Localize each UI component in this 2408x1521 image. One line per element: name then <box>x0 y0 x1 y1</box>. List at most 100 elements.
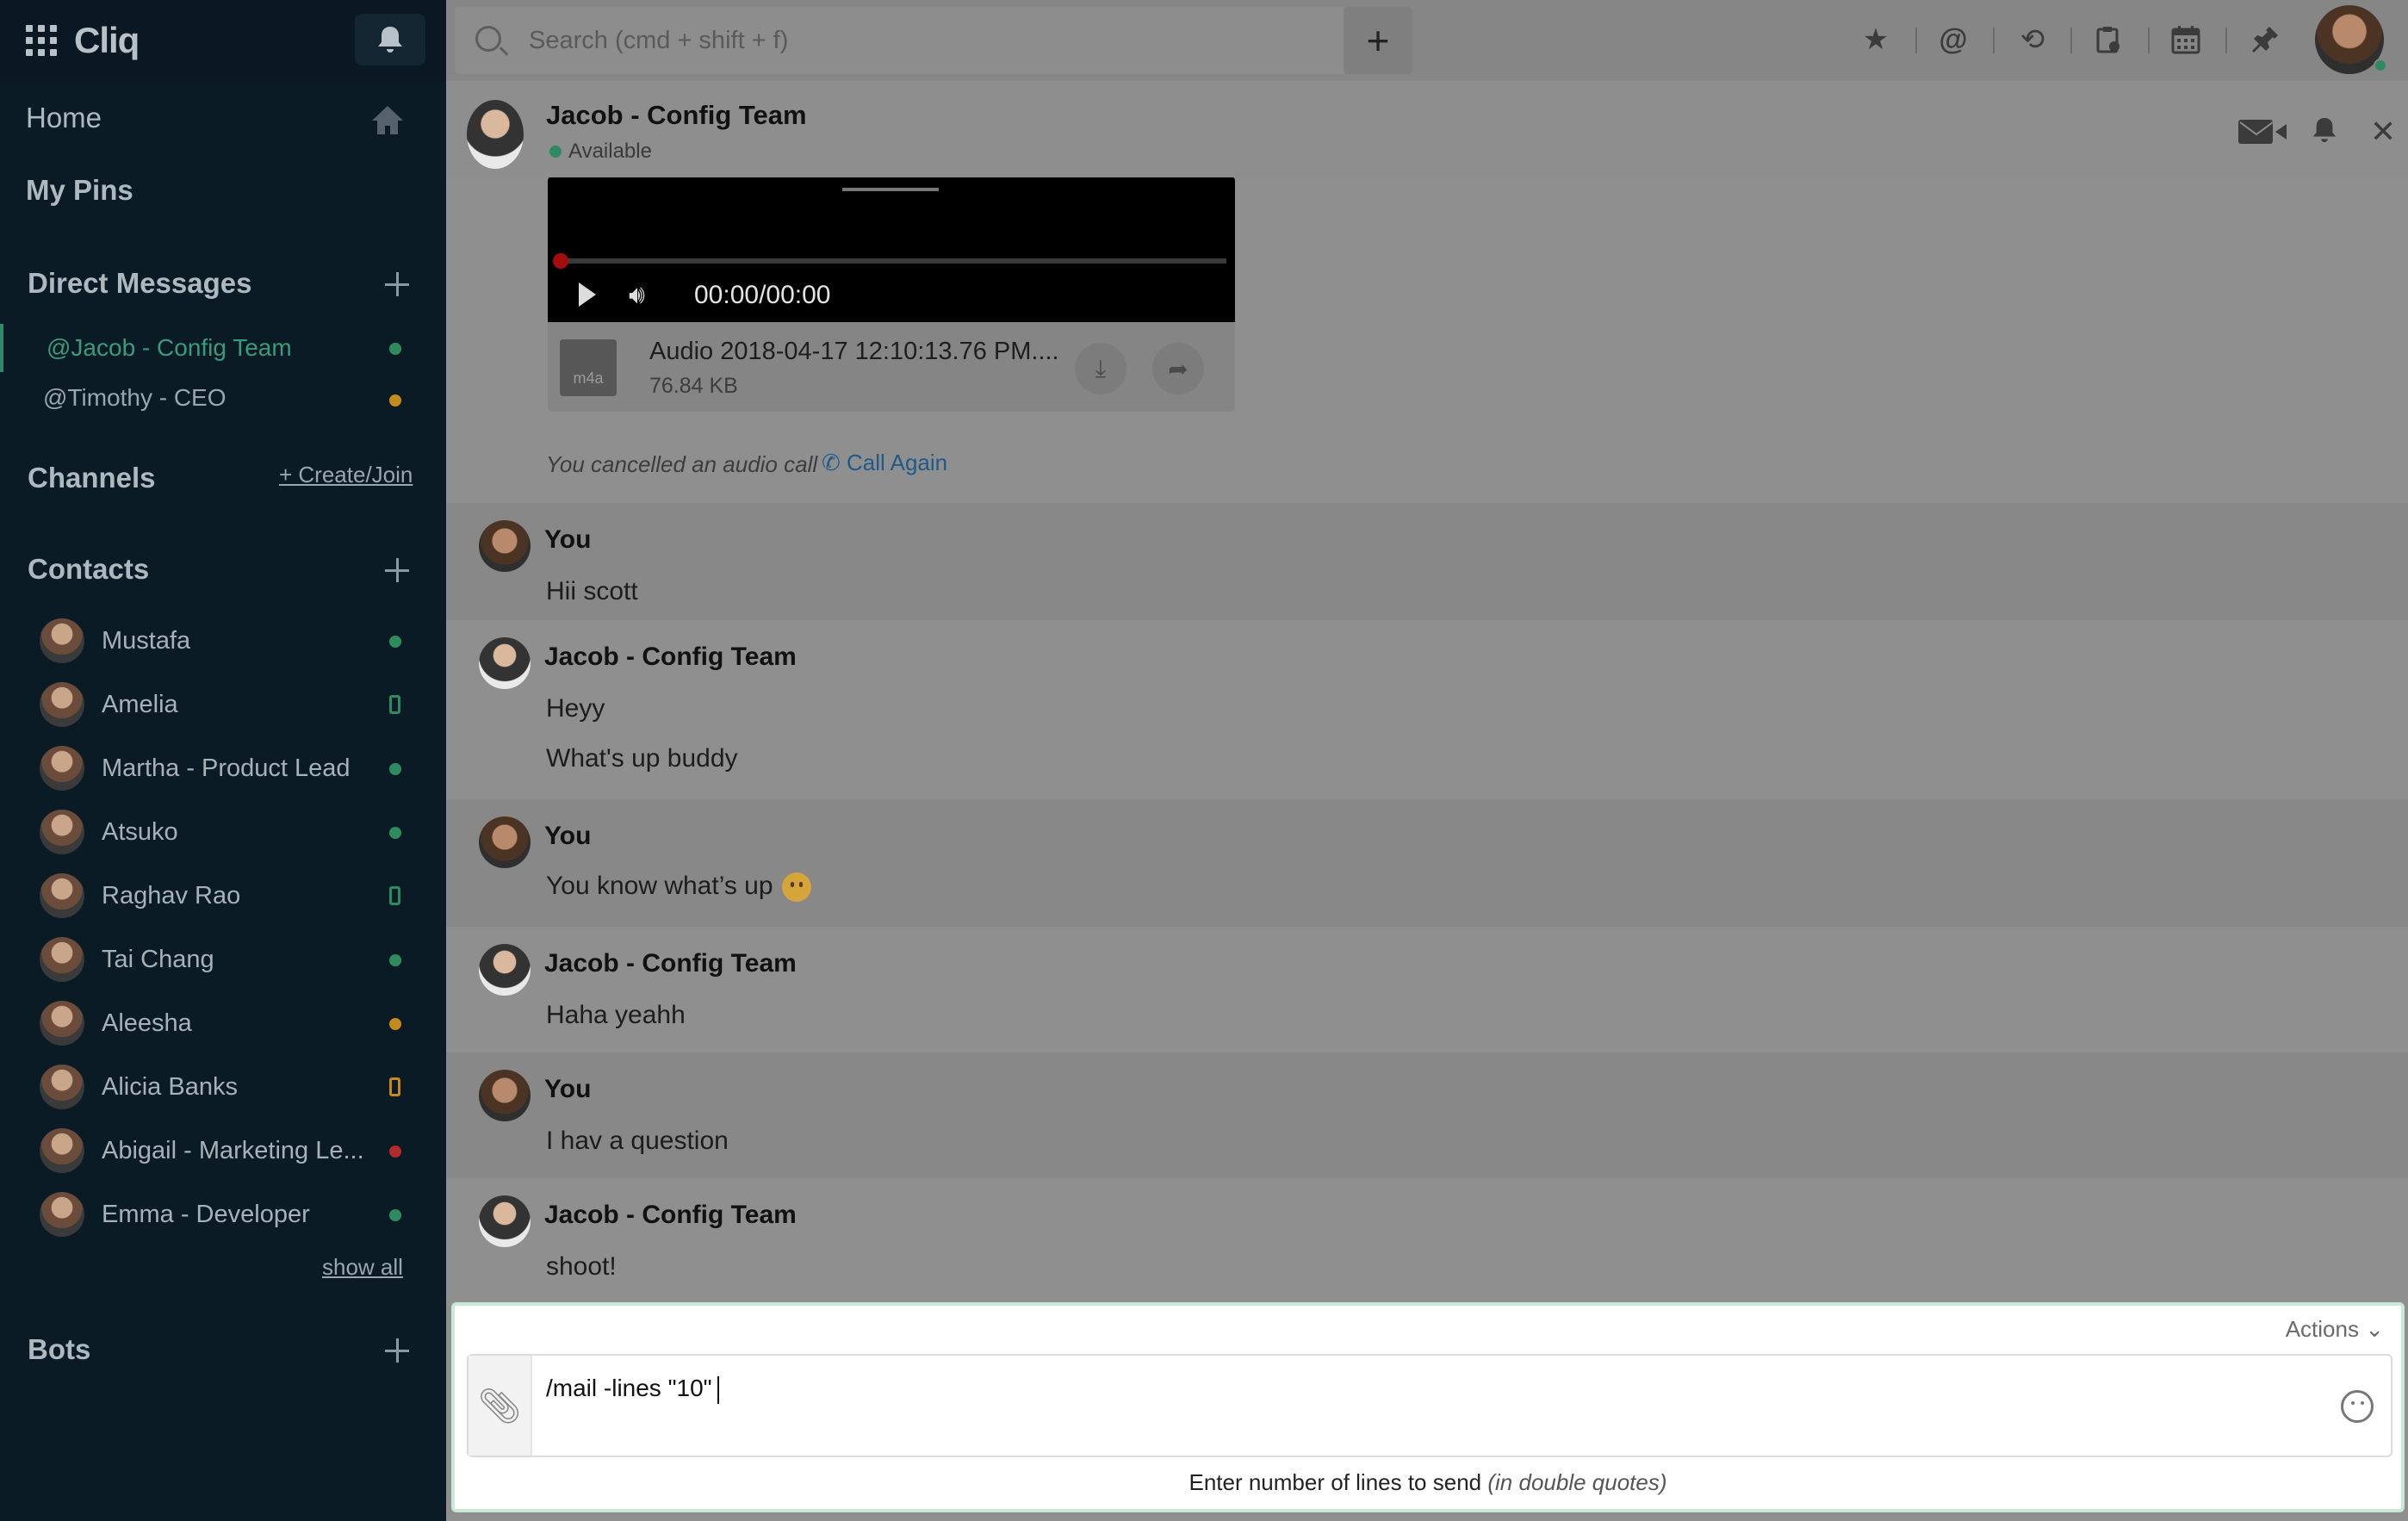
audio-card: 🔊︎ 00:00/00:00 m4a Audio 2018-04-17 12:1… <box>548 177 1235 412</box>
chat-header: Jacob - Config Team Available ✕ <box>446 81 2408 177</box>
contact-amelia[interactable]: Amelia <box>40 679 436 730</box>
contact-aleesha[interactable]: Aleesha <box>40 997 436 1049</box>
direct-messages-heading: Direct Messages <box>28 267 252 299</box>
sidebar-home[interactable]: Home <box>26 102 102 134</box>
video-svg <box>2238 120 2287 144</box>
avatar[interactable] <box>479 1195 531 1247</box>
status-dot <box>389 954 401 966</box>
phone-icon: ✆ <box>822 450 841 475</box>
divider <box>1915 28 1917 53</box>
message-text: I hav a question <box>546 1127 729 1155</box>
avatar <box>40 937 84 982</box>
contact-atsuko[interactable]: Atsuko <box>40 806 436 858</box>
chevron-down-icon: ⌄ <box>2365 1316 2384 1342</box>
plugin-icon[interactable] <box>2248 22 2282 57</box>
avatar[interactable] <box>479 1070 531 1121</box>
audio-progress-handle[interactable] <box>553 253 568 269</box>
clipboard-svg <box>2096 27 2119 53</box>
mobile-status-icon <box>389 886 400 905</box>
add-contact-icon[interactable] <box>382 556 412 585</box>
message-list[interactable]: 🔊︎ 00:00/00:00 m4a Audio 2018-04-17 12:1… <box>446 177 2408 1302</box>
calendar-icon[interactable] <box>2169 22 2203 57</box>
status-dot <box>389 1145 401 1158</box>
dm-status-dot <box>389 343 401 355</box>
contact-abigail[interactable]: Abigail - Marketing Le... <box>40 1125 436 1176</box>
contact-mustafa[interactable]: Mustafa <box>40 615 436 667</box>
mute-bell-icon[interactable] <box>2312 115 2337 152</box>
avatar[interactable] <box>479 637 531 689</box>
contact-raghav[interactable]: Raghav Rao <box>40 870 436 922</box>
show-all-contacts-link[interactable]: show all <box>322 1254 403 1281</box>
sidebar-my-pins[interactable]: My Pins <box>26 174 133 207</box>
chat-title[interactable]: Jacob - Config Team <box>546 100 807 131</box>
avatar <box>40 1192 84 1237</box>
new-chat-button[interactable]: + <box>1344 7 1412 74</box>
text-caret <box>717 1375 719 1404</box>
avatar[interactable] <box>479 944 531 996</box>
divider <box>2070 28 2072 53</box>
close-icon[interactable]: ✕ <box>2370 114 2396 150</box>
attachment-button[interactable]: 📎︎ <box>469 1356 532 1456</box>
avatar <box>40 810 84 854</box>
contact-martha[interactable]: Martha - Product Lead <box>40 742 436 794</box>
message-sender[interactable]: Jacob - Config Team <box>544 1201 797 1230</box>
history-icon[interactable]: ⟲ <box>2015 22 2050 57</box>
file-info: m4a Audio 2018-04-17 12:10:13.76 PM.... … <box>548 322 1235 412</box>
bots-heading: Bots <box>28 1333 91 1365</box>
audio-progress-track[interactable] <box>556 258 1226 264</box>
status-dot <box>389 827 401 839</box>
audio-player[interactable]: 🔊︎ 00:00/00:00 <box>548 177 1235 322</box>
notifications-bell-button[interactable] <box>355 14 425 65</box>
emoji-picker-icon[interactable] <box>2341 1390 2374 1423</box>
avatar <box>40 1128 84 1173</box>
message-sender[interactable]: You <box>544 822 591 851</box>
call-again-link[interactable]: ✆ Call Again <box>822 450 947 476</box>
mention-icon[interactable]: @ <box>1936 22 1970 57</box>
avatar[interactable] <box>479 816 531 868</box>
search-box[interactable] <box>455 7 1347 74</box>
dm-item-jacob[interactable]: @Jacob - Config Team <box>0 324 446 372</box>
clipboard-icon[interactable] <box>2091 22 2126 57</box>
message-sender[interactable]: You <box>544 525 591 555</box>
contact-alicia-banks[interactable]: Alicia Banks <box>40 1061 436 1113</box>
contacts-heading: Contacts <box>28 553 150 585</box>
star-icon[interactable]: ★ <box>1859 22 1893 57</box>
composer-input-wrap: 📎︎ /mail -lines "10" <box>467 1354 2392 1457</box>
my-status-dot <box>2374 59 2387 72</box>
file-m4a-icon: m4a <box>560 339 617 396</box>
file-name[interactable]: Audio 2018-04-17 12:10:13.76 PM.... <box>649 338 1059 366</box>
message-sender[interactable]: Jacob - Config Team <box>544 643 797 672</box>
status-dot <box>389 763 401 775</box>
search-input[interactable] <box>529 22 1304 59</box>
app-grid-icon[interactable] <box>26 25 57 56</box>
command-hint: Enter number of lines to send (in double… <box>1188 1469 1667 1495</box>
share-icon[interactable]: ➦ <box>1152 343 1204 394</box>
contact-emma[interactable]: Emma - Developer <box>40 1189 436 1240</box>
message-text: Heyy <box>546 694 605 723</box>
message-sender[interactable]: Jacob - Config Team <box>544 949 797 978</box>
home-icon[interactable] <box>370 103 405 138</box>
download-icon[interactable]: ⤓ <box>1075 343 1126 394</box>
message-group: You I hav a question <box>446 1052 2408 1178</box>
calendar-svg <box>2171 26 2200 54</box>
video-call-icon[interactable] <box>2237 119 2287 152</box>
file-size: 76.84 KB <box>649 374 738 398</box>
channels-heading: Channels <box>28 462 156 494</box>
chat-avatar[interactable] <box>467 100 524 169</box>
actions-dropdown[interactable]: Actions ⌄ <box>2286 1316 2384 1343</box>
play-icon[interactable] <box>579 282 596 307</box>
message-input[interactable]: /mail -lines "10" <box>546 1375 719 1404</box>
plug-svg <box>2252 27 2278 53</box>
avatar[interactable] <box>479 520 531 572</box>
avatar <box>40 682 84 727</box>
volume-icon[interactable]: 🔊︎ <box>629 281 645 310</box>
chat-status: Available <box>549 140 652 164</box>
create-join-channel-link[interactable]: + Create/Join <box>279 462 413 488</box>
add-direct-message-icon[interactable] <box>382 270 412 299</box>
status-dot <box>389 636 401 648</box>
add-bot-icon[interactable] <box>382 1336 412 1365</box>
dm-item-timothy[interactable]: @Timothy - CEO <box>0 374 446 422</box>
message-text: shoot! <box>546 1252 617 1281</box>
contact-tai-chang[interactable]: Tai Chang <box>40 934 436 985</box>
message-sender[interactable]: You <box>544 1075 591 1104</box>
